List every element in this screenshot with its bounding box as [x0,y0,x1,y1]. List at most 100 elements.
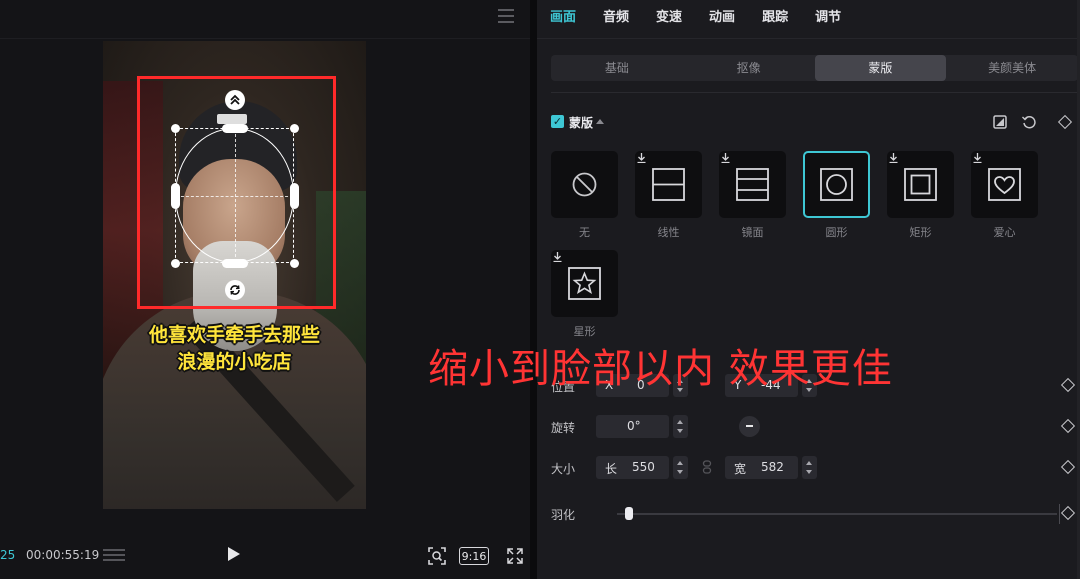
feather-up-icon[interactable] [225,90,245,110]
size-width-input[interactable]: 长 550 [596,456,669,479]
subtab-cutout[interactable]: 抠像 [683,55,815,81]
circle-mask-icon [820,168,853,201]
heart-mask-icon [988,168,1021,201]
rotation-input[interactable]: 0° [596,415,669,438]
download-icon [973,153,982,163]
timecode-total: 00:00:55:19 [26,548,100,562]
fullscreen-icon[interactable] [506,547,524,565]
tab-divider [537,38,1080,39]
main-tab-bar: 画面 音频 变速 动画 跟踪 调节 [550,9,868,27]
menu-icon[interactable] [498,9,514,23]
aspect-ratio-button[interactable]: 9:16 [459,547,489,565]
mask-shape-label: 矩形 [909,226,932,239]
download-icon [721,153,730,163]
mask-feather-handle[interactable] [217,114,247,124]
video-subtitle: 他喜欢手牵手去那些 浪漫的小吃店 [103,322,366,376]
mask-tile[interactable] [887,151,954,218]
mask-shape-none[interactable]: 无 [551,151,618,240]
subtab-beauty[interactable]: 美颜美体 [946,55,1078,81]
preview-panel: 他喜欢手牵手去那些 浪漫的小吃店 25 00:00:55:19 9:16 [0,0,530,579]
rotation-keyframe-icon[interactable] [1060,418,1076,434]
mask-section-header: ✓ 蒙版 [551,114,1078,130]
feather-row: 羽化 [551,502,1078,526]
play-icon[interactable] [228,547,240,561]
player-controls: 25 00:00:55:19 9:16 [0,538,530,574]
mask-tile[interactable] [551,250,618,317]
feather-keyframe-icon[interactable] [1060,505,1076,521]
mask-bottom-handle[interactable] [222,259,248,268]
subtitle-line-2: 浪漫的小吃店 [177,351,292,373]
mask-tile[interactable] [803,151,870,218]
mask-shape-circle[interactable]: 圆形 [803,151,870,240]
mask-shape-mirror[interactable]: 镜面 [719,151,786,240]
pane-splitter[interactable] [530,0,537,579]
tab-picture[interactable]: 画面 [550,9,576,27]
mask-corner-handle[interactable] [171,124,180,133]
mask-shape-linear[interactable]: 线性 [635,151,702,240]
size-height-value: 582 [761,460,784,474]
mask-tile[interactable] [635,151,702,218]
preview-divider [0,38,530,39]
subtab-mask[interactable]: 蒙版 [814,55,947,81]
mask-shape-star[interactable]: 星形 [551,250,618,339]
zoom-fit-icon[interactable] [427,546,447,566]
tab-adjust[interactable]: 调节 [815,9,841,27]
mask-corner-handle[interactable] [171,259,180,268]
tab-tracking[interactable]: 跟踪 [762,9,788,27]
rotate-icon[interactable] [225,280,245,300]
subtab-basic[interactable]: 基础 [551,55,683,81]
reset-icon[interactable] [1021,114,1037,130]
download-icon [553,252,562,262]
link-aspect-icon[interactable] [700,460,714,474]
subtitle-line-1: 他喜欢手牵手去那些 [148,324,320,346]
size-height-stepper[interactable] [802,456,817,479]
section-divider [551,92,1078,93]
mask-shape-heart[interactable]: 爱心 [971,151,1038,240]
width-prefix: 长 [605,462,618,476]
linear-mask-icon [652,168,685,201]
size-label: 大小 [551,462,576,476]
mask-top-handle[interactable] [222,124,248,133]
keyframe-icon[interactable] [1057,114,1073,130]
size-row: 大小 长 550 宽 582 [551,456,1078,480]
inspector-panel: 画面 音频 变速 动画 跟踪 调节 基础 抠像 蒙版 美颜美体 ✓ 蒙版 无 线… [537,0,1080,579]
mask-tile[interactable] [719,151,786,218]
rotation-row: 旋转 0° [551,415,1078,439]
invert-mask-icon[interactable] [992,114,1008,130]
list-icon[interactable] [103,549,125,563]
tab-speed[interactable]: 变速 [656,9,682,27]
sub-tab-bar: 基础 抠像 蒙版 美颜美体 [551,55,1078,81]
mask-shape-label: 镜面 [741,226,764,239]
mask-left-handle[interactable] [171,183,180,209]
rotation-stepper[interactable] [673,415,688,438]
mask-tile[interactable] [971,151,1038,218]
collapse-caret-icon[interactable] [596,119,604,124]
annotation-caption: 缩小到脸部以内 效果更佳 [428,346,893,392]
feather-slider[interactable] [617,513,1057,515]
download-icon [637,153,646,163]
rectangle-mask-icon [904,168,937,201]
mask-shape-rectangle[interactable]: 矩形 [887,151,954,240]
star-mask-icon [568,267,601,300]
mask-enable-checkbox[interactable]: ✓ [551,115,564,128]
mask-ellipse[interactable] [175,128,294,263]
position-keyframe-icon[interactable] [1060,377,1076,393]
mask-corner-handle[interactable] [290,124,299,133]
timecode-current: 25 [0,548,16,562]
rotation-label: 旋转 [551,421,576,435]
height-prefix: 宽 [734,462,747,476]
tab-audio[interactable]: 音频 [603,9,629,27]
mask-section-title: 蒙版 [569,116,594,130]
mask-tile[interactable] [551,151,618,218]
rotation-value: 0° [627,419,641,433]
mask-corner-handle[interactable] [290,259,299,268]
rotation-dial[interactable] [739,416,760,437]
feather-slider-thumb[interactable] [625,507,633,520]
size-height-input[interactable]: 宽 582 [725,456,798,479]
mask-shape-label: 无 [579,226,590,239]
tab-animation[interactable]: 动画 [709,9,735,27]
size-keyframe-icon[interactable] [1060,459,1076,475]
mask-right-handle[interactable] [290,183,299,209]
size-width-stepper[interactable] [673,456,688,479]
feather-label: 羽化 [551,508,576,522]
